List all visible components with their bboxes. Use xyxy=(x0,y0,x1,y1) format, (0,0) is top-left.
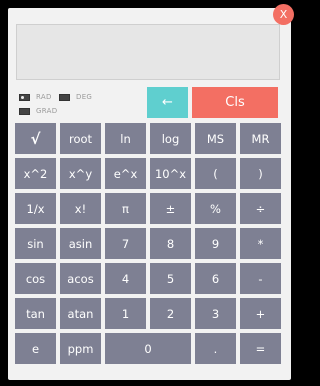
decimal-button[interactable]: . xyxy=(195,333,236,364)
calculator-window: RAD DEG GRAD ← Cls √ root ln log MS MR x^2 x^y e… xyxy=(8,8,291,380)
power-button[interactable]: x^y xyxy=(60,158,101,189)
factorial-button[interactable]: x! xyxy=(60,193,101,224)
ten-power-button[interactable]: 10^x xyxy=(150,158,191,189)
tan-button[interactable]: tan xyxy=(15,298,56,329)
ln-button[interactable]: ln xyxy=(105,123,146,154)
add-button[interactable]: + xyxy=(240,298,281,329)
exp-button[interactable]: e^x xyxy=(105,158,146,189)
memory-store-button[interactable]: MS xyxy=(195,123,236,154)
sin-button[interactable]: sin xyxy=(15,228,56,259)
angle-mode-grad-label: GRAD xyxy=(36,107,58,115)
digit-1-button[interactable]: 1 xyxy=(105,298,146,329)
asin-button[interactable]: asin xyxy=(60,228,101,259)
open-paren-button[interactable]: ( xyxy=(195,158,236,189)
subtract-button[interactable]: - xyxy=(240,263,281,294)
angle-mode-deg-label: DEG xyxy=(76,93,93,101)
close-button[interactable]: X xyxy=(273,4,294,25)
multiply-button[interactable]: * xyxy=(240,228,281,259)
digit-3-button[interactable]: 3 xyxy=(195,298,236,329)
pi-button[interactable]: π xyxy=(105,193,146,224)
backspace-button[interactable]: ← xyxy=(147,87,188,118)
calculator-display xyxy=(16,24,280,80)
clear-button[interactable]: Cls xyxy=(192,87,278,118)
reciprocal-button[interactable]: 1/x xyxy=(15,193,56,224)
radio-icon[interactable] xyxy=(19,107,30,115)
acos-button[interactable]: acos xyxy=(60,263,101,294)
square-button[interactable]: x^2 xyxy=(15,158,56,189)
radio-selected-icon[interactable] xyxy=(19,93,30,101)
digit-7-button[interactable]: 7 xyxy=(105,228,146,259)
sqrt-button[interactable]: √ xyxy=(15,123,56,154)
percent-button[interactable]: % xyxy=(195,193,236,224)
angle-mode-grad[interactable]: GRAD xyxy=(19,107,57,115)
memory-recall-button[interactable]: MR xyxy=(240,123,281,154)
euler-button[interactable]: e xyxy=(15,333,56,364)
ppm-button[interactable]: ppm xyxy=(60,333,101,364)
digit-2-button[interactable]: 2 xyxy=(150,298,191,329)
close-paren-button[interactable]: ) xyxy=(240,158,281,189)
plus-minus-button[interactable]: ± xyxy=(150,193,191,224)
log-button[interactable]: log xyxy=(150,123,191,154)
radio-icon[interactable] xyxy=(59,93,70,101)
keypad: √ root ln log MS MR x^2 x^y e^x 10^x() 1/x x! π ±% ÷ si… xyxy=(15,123,283,364)
root-button[interactable]: root xyxy=(60,123,101,154)
atan-button[interactable]: atan xyxy=(60,298,101,329)
digit-5-button[interactable]: 5 xyxy=(150,263,191,294)
equals-button[interactable]: = xyxy=(240,333,281,364)
digit-6-button[interactable]: 6 xyxy=(195,263,236,294)
digit-8-button[interactable]: 8 xyxy=(150,228,191,259)
angle-mode-rad-label: RAD xyxy=(36,93,52,101)
digit-9-button[interactable]: 9 xyxy=(195,228,236,259)
angle-mode-rad[interactable]: RAD xyxy=(19,93,52,101)
digit-0-button[interactable]: 0 xyxy=(105,333,191,364)
angle-mode-deg[interactable]: DEG xyxy=(59,93,92,101)
digit-4-button[interactable]: 4 xyxy=(105,263,146,294)
cos-button[interactable]: cos xyxy=(15,263,56,294)
divide-button[interactable]: ÷ xyxy=(240,193,281,224)
